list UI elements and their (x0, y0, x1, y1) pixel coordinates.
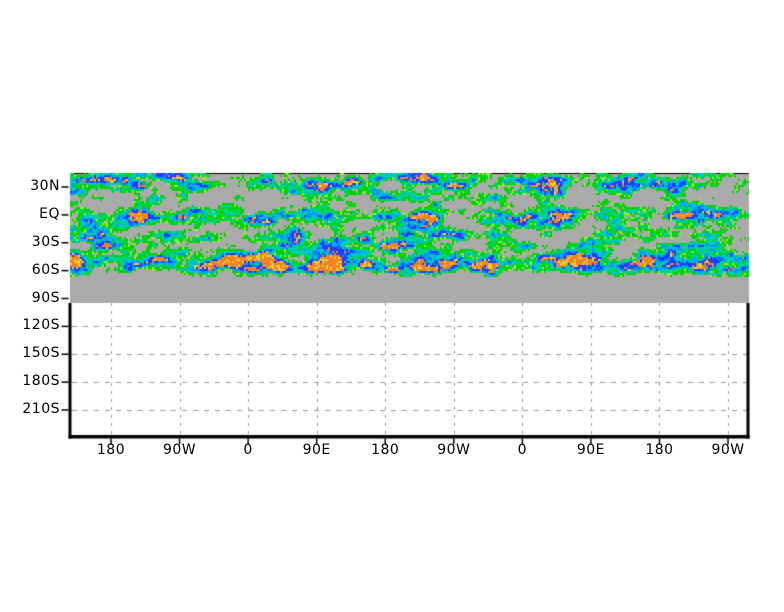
y-axis-tick-label: 30N (30, 178, 60, 194)
y-axis-tick-label: 180S (22, 373, 60, 390)
x-axis-tick-label: 180 (371, 442, 400, 458)
heatmap-plot-canvas (0, 0, 784, 612)
x-axis-tick-label: 90E (576, 442, 605, 458)
x-axis-tick-label: 0 (517, 442, 528, 458)
y-axis-tick-label: EQ (39, 205, 60, 222)
y-axis-tick-label: 150S (22, 345, 60, 362)
x-axis-tick-label: 90W (162, 442, 197, 458)
y-axis-tick-label: 120S (22, 317, 60, 334)
y-axis-tick-label: 210S (22, 401, 60, 417)
x-axis-tick-label: 90E (302, 442, 331, 458)
x-axis-tick-label: 0 (243, 442, 253, 458)
x-axis-tick-label: 180 (96, 442, 126, 458)
y-axis-tick-label: 90S (31, 289, 60, 306)
grads-plot-figure: 30N EQ 30S 60S 90S 120S 150S 180S 210S 180 90W 0 90E… (0, 0, 784, 612)
y-axis-tick-label: 30S (31, 233, 60, 250)
y-axis-tick-label: 60S (31, 261, 60, 278)
x-axis-tick-label: 90W (437, 442, 471, 458)
x-axis-tick-label: 180 (645, 442, 674, 458)
x-axis-tick-label: 90W (711, 442, 745, 458)
